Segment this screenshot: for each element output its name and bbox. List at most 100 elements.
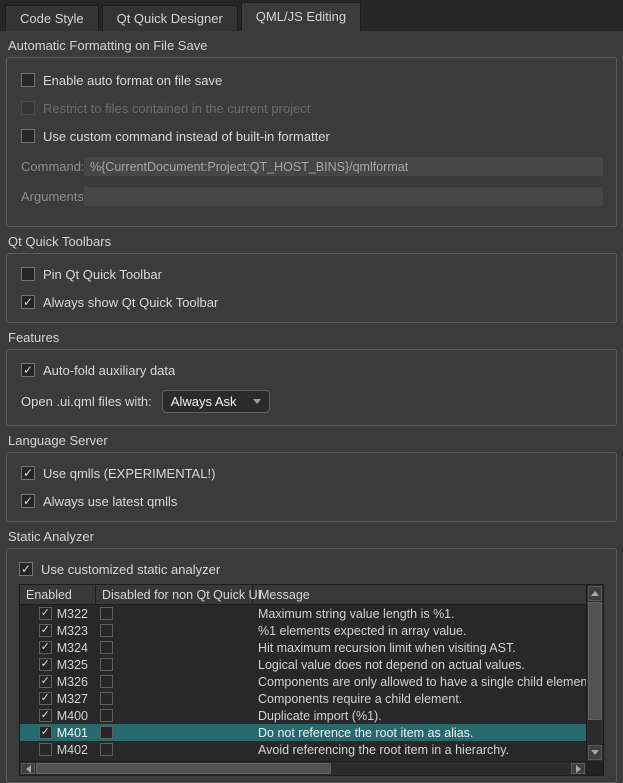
table-row[interactable]: M324 Hit maximum recursion limit when vis… [20, 639, 586, 656]
section-title-static-analyzer: Static Analyzer [8, 529, 615, 545]
disabled-non-ui-cell [96, 673, 253, 690]
message-cell: Duplicate import (%1). [253, 707, 586, 724]
enabled-cell: M327 [20, 690, 96, 707]
analyzer-table-body: M322Maximum string value length is %1.M3… [20, 605, 586, 758]
checkbox-always-show-toolbar[interactable]: Always show Qt Quick Toolbar [21, 288, 604, 316]
scroll-up-button[interactable] [588, 586, 602, 601]
disabled-non-ui-cell [96, 724, 253, 741]
arrow-down-icon [591, 750, 599, 755]
disabled-non-ui-checkbox[interactable] [100, 624, 113, 637]
tab-code-style[interactable]: Code Style [5, 5, 99, 31]
section-title-language-server: Language Server [8, 433, 615, 449]
arguments-input[interactable] [83, 186, 604, 207]
checkbox-latest-qmlls[interactable]: Always use latest qmlls [21, 487, 604, 515]
enabled-checkbox[interactable] [39, 607, 52, 620]
command-row: Command: %{CurrentDocument:Project:QT_HO… [21, 156, 604, 177]
tab-qml-js-editing[interactable]: QML/JS Editing [241, 2, 361, 31]
disabled-non-ui-checkbox[interactable] [100, 641, 113, 654]
disabled-non-ui-checkbox[interactable] [100, 675, 113, 688]
enabled-checkbox[interactable] [39, 743, 52, 756]
checkbox-autofold-auxiliary-data[interactable]: Auto-fold auxiliary data [21, 356, 604, 384]
checkbox-use-customized-analyzer[interactable]: Use customized static analyzer [19, 555, 604, 583]
table-row[interactable]: M325Logical value does not depend on act… [20, 656, 586, 673]
disabled-non-ui-cell [96, 605, 253, 622]
column-header-disabled-non-ui[interactable]: Disabled for non Qt Quick UI [96, 585, 253, 604]
disabled-non-ui-checkbox[interactable] [100, 607, 113, 620]
checkbox-icon [19, 562, 33, 576]
enabled-checkbox[interactable] [39, 641, 52, 654]
enabled-cell: M324 [20, 639, 96, 656]
checkbox-label: Always use latest qmlls [43, 494, 177, 509]
disabled-non-ui-checkbox[interactable] [100, 709, 113, 722]
column-header-message[interactable]: Message [253, 585, 586, 604]
checkbox-pin-toolbar[interactable]: Pin Qt Quick Toolbar [21, 260, 604, 288]
enabled-cell: M400 [20, 707, 96, 724]
disabled-non-ui-cell [96, 741, 253, 758]
scroll-down-button[interactable] [588, 745, 602, 760]
disabled-non-ui-cell [96, 622, 253, 639]
horizontal-scrollbar[interactable] [20, 761, 586, 775]
enabled-cell: M323 [20, 622, 96, 639]
features-group: Auto-fold auxiliary data Open .ui.qml fi… [6, 349, 617, 426]
enabled-checkbox[interactable] [39, 709, 52, 722]
table-row[interactable]: M327Components require a child element. [20, 690, 586, 707]
tab-qt-quick-designer[interactable]: Qt Quick Designer [102, 5, 238, 31]
check-code-label: M327 [57, 692, 88, 706]
enabled-cell: M322 [20, 605, 96, 622]
scroll-left-button[interactable] [21, 763, 35, 774]
command-input[interactable]: %{CurrentDocument:Project:QT_HOST_BINS}/… [83, 156, 604, 177]
column-header-enabled[interactable]: Enabled [20, 585, 96, 604]
enabled-checkbox[interactable] [39, 726, 52, 739]
check-code-label: M324 [57, 641, 88, 655]
checkbox-restrict-current-project: Restrict to files contained in the curre… [21, 94, 604, 122]
message-cell: Hit maximum recursion limit when visitin… [253, 639, 586, 656]
scroll-right-button[interactable] [571, 763, 585, 774]
check-code-label: M401 [57, 726, 88, 740]
checkbox-icon [21, 295, 35, 309]
disabled-non-ui-cell [96, 639, 253, 656]
checkbox-enable-auto-format[interactable]: Enable auto format on file save [21, 66, 604, 94]
checkbox-icon [21, 73, 35, 87]
checkbox-icon [21, 101, 35, 115]
table-row[interactable]: M322Maximum string value length is %1. [20, 605, 586, 622]
arrow-left-icon [26, 765, 31, 773]
static-analyzer-group: Use customized static analyzer Enabled D… [6, 548, 617, 783]
checkbox-label: Auto-fold auxiliary data [43, 363, 175, 378]
table-row[interactable]: M400 Duplicate import (%1). [20, 707, 586, 724]
table-row[interactable]: M401Do not reference the root item as al… [20, 724, 586, 741]
disabled-non-ui-checkbox[interactable] [100, 692, 113, 705]
enabled-checkbox[interactable] [39, 692, 52, 705]
message-cell: Components are only allowed to have a si… [253, 673, 586, 690]
table-row[interactable]: M323 %1 elements expected in array value. [20, 622, 586, 639]
tab-bar: Code Style Qt Quick Designer QML/JS Edit… [0, 0, 623, 31]
disabled-non-ui-cell [96, 690, 253, 707]
scrollbar-corner [586, 761, 603, 775]
horizontal-scrollbar-thumb[interactable] [36, 763, 331, 774]
chevron-down-icon [253, 399, 261, 404]
dropdown-value: Always Ask [171, 394, 237, 409]
checkbox-icon [21, 363, 35, 377]
table-row[interactable]: M326 Components are only allowed to have … [20, 673, 586, 690]
open-uiqml-label: Open .ui.qml files with: [21, 394, 152, 409]
open-uiqml-dropdown[interactable]: Always Ask [162, 390, 270, 413]
enabled-checkbox[interactable] [39, 624, 52, 637]
arrow-up-icon [591, 591, 599, 596]
checkbox-icon [21, 267, 35, 281]
enabled-checkbox[interactable] [39, 658, 52, 671]
checkbox-icon [21, 129, 35, 143]
check-code-label: M322 [57, 607, 88, 621]
disabled-non-ui-checkbox[interactable] [100, 658, 113, 671]
vertical-scrollbar[interactable] [586, 585, 603, 761]
checkbox-use-custom-command[interactable]: Use custom command instead of built-in f… [21, 122, 604, 150]
message-cell: %1 elements expected in array value. [253, 622, 586, 639]
table-row[interactable]: M402Avoid referencing the root item in a… [20, 741, 586, 758]
vertical-scrollbar-thumb[interactable] [588, 602, 602, 720]
enabled-cell: M326 [20, 673, 96, 690]
checkbox-use-qmlls[interactable]: Use qmlls (EXPERIMENTAL!) [21, 459, 604, 487]
checkbox-label: Restrict to files contained in the curre… [43, 101, 310, 116]
command-label: Command: [21, 159, 83, 174]
disabled-non-ui-checkbox[interactable] [100, 743, 113, 756]
disabled-non-ui-checkbox[interactable] [100, 726, 113, 739]
enabled-checkbox[interactable] [39, 675, 52, 688]
auto-format-group: Enable auto format on file save Restrict… [6, 57, 617, 227]
